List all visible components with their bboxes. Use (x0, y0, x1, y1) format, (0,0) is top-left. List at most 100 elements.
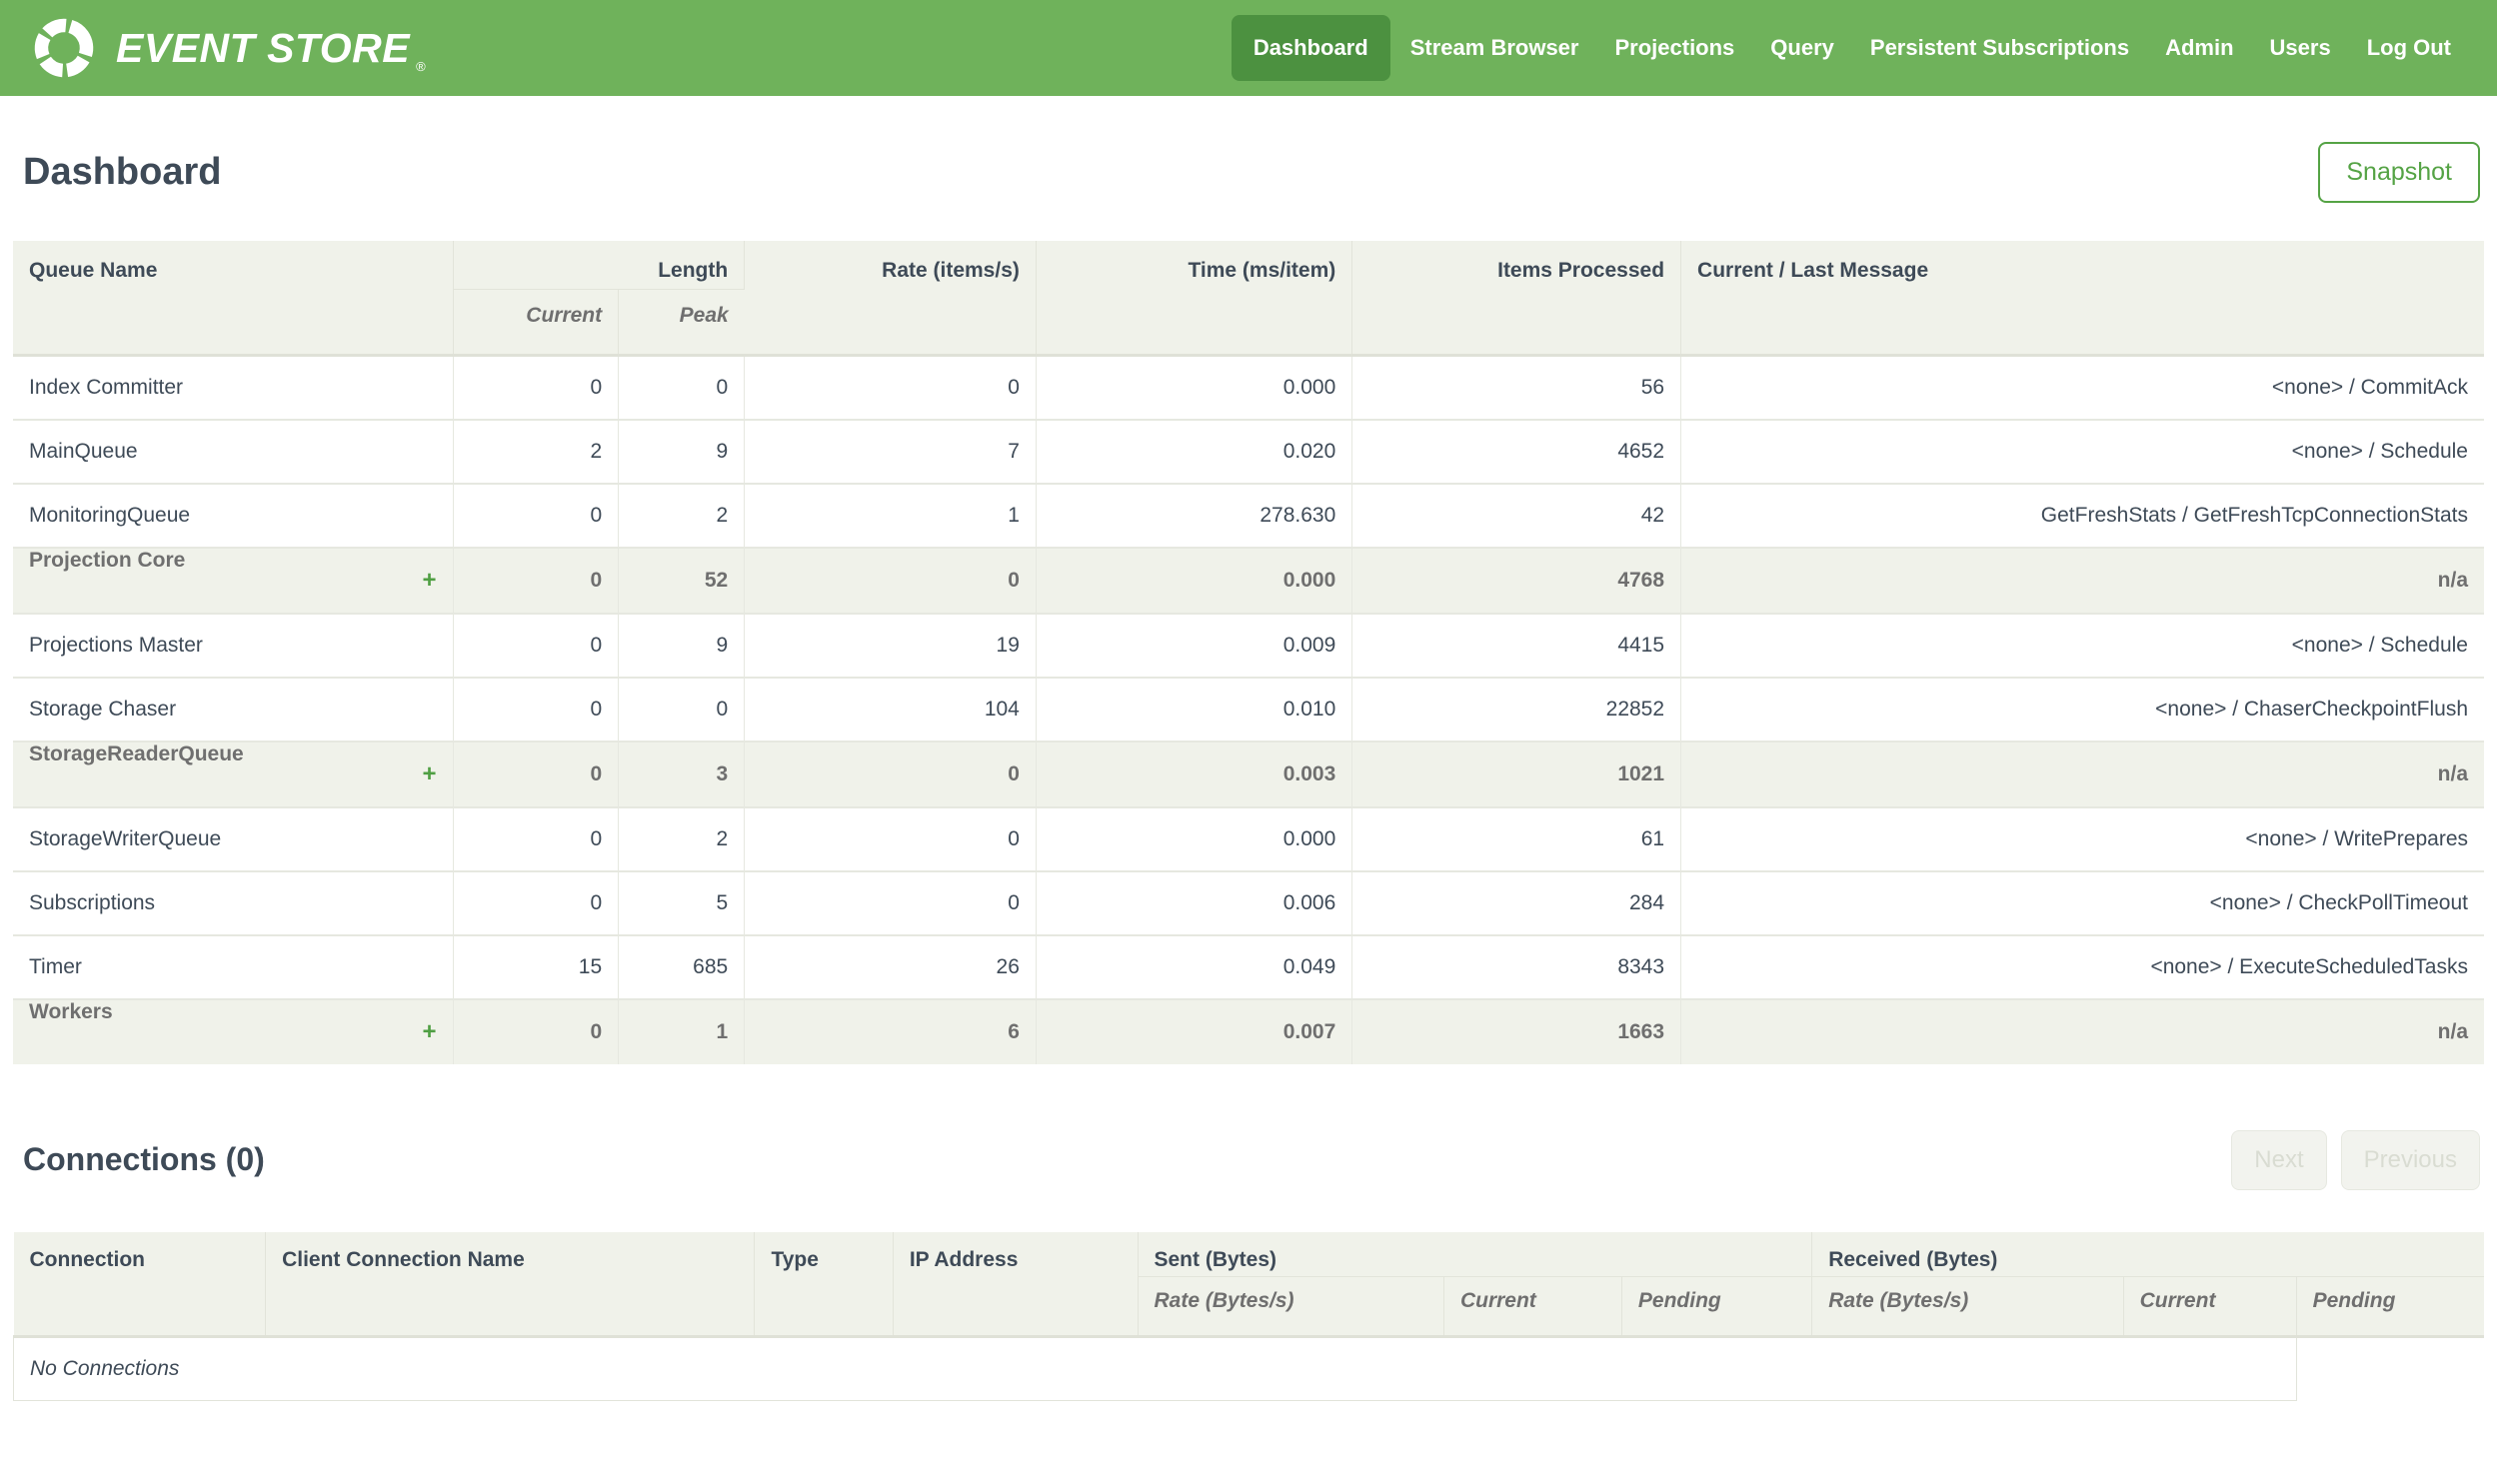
expand-icon[interactable]: + (423, 742, 437, 806)
col-length-peak: Peak (618, 289, 745, 356)
nav-item-link[interactable]: Dashboard (1231, 15, 1390, 81)
queue-items-processed-cell: 1663 (1351, 997, 1682, 1064)
queue-name-cell: Index Committer (13, 355, 454, 420)
queue-time-cell: 0.010 (1036, 676, 1353, 742)
col-length: Length (453, 241, 746, 290)
expand-icon[interactable]: + (423, 549, 437, 613)
nav-item-link[interactable]: Stream Browser (1394, 15, 1595, 81)
queue-row: StorageWriterQueue 0 2 0 0.000 61 <none>… (13, 805, 2484, 871)
queue-name-cell: StorageWriterQueue (13, 805, 454, 871)
queue-length-current-cell: 0 (453, 676, 620, 742)
page-header: Dashboard Snapshot (13, 142, 2484, 203)
col-rate: Rate (items/s) (744, 241, 1037, 356)
queue-items-processed-cell: 61 (1351, 805, 1682, 871)
col-connection: Connection (13, 1231, 267, 1336)
nav-item-link[interactable]: Admin (2149, 15, 2249, 81)
queue-message-cell: GetFreshStats / GetFreshTcpConnectionSta… (1680, 482, 2484, 548)
queue-length-current-cell: 0 (453, 355, 620, 420)
col-items-processed: Items Processed (1351, 241, 1682, 356)
queue-name-cell: Timer (13, 933, 454, 999)
queue-row: Timer 15 685 26 0.049 8343 <none> / Exec… (13, 933, 2484, 999)
queue-name-cell: Storage Chaser (13, 676, 454, 742)
queue-row: Workers + 0 1 6 0.007 1663 n/a (13, 997, 2484, 1064)
queue-name-cell: Projections Master (13, 612, 454, 678)
queue-rate-cell: 1 (744, 482, 1037, 548)
col-queue-name: Queue Name (13, 241, 454, 356)
nav-item-link[interactable]: Persistent Subscriptions (1854, 15, 2145, 81)
queue-length-peak-cell: 2 (618, 805, 746, 871)
queue-message-cell: n/a (1680, 997, 2484, 1064)
queue-time-cell: 278.630 (1036, 482, 1353, 548)
queues-table: Queue Name Length Rate (items/s) Time (m… (13, 241, 2484, 1064)
col-sent-current: Current (1443, 1275, 1622, 1336)
col-received-rate: Rate (Bytes/s) (1811, 1275, 2124, 1336)
queue-time-cell: 0.049 (1036, 933, 1353, 999)
no-connections-row: No Connections (13, 1336, 2485, 1401)
queue-items-processed-cell: 4415 (1351, 612, 1682, 678)
queue-items-processed-cell: 1021 (1351, 740, 1682, 807)
queue-length-peak-cell: 9 (618, 418, 746, 484)
queue-length-current-cell: 2 (453, 418, 620, 484)
queues-table-body: Index Committer 0 0 0 0.000 56 <none> / … (13, 355, 2484, 1064)
col-received-pending: Pending (2296, 1275, 2484, 1336)
queue-name: StorageWriterQueue (29, 826, 222, 850)
queue-time-cell: 0.020 (1036, 418, 1353, 484)
previous-button[interactable]: Previous (2340, 1129, 2480, 1190)
queue-rate-cell: 7 (744, 418, 1037, 484)
queue-name-cell: Workers + (13, 997, 454, 1064)
nav-item-link[interactable]: Log Out (2351, 15, 2467, 81)
queue-name-cell: StorageReaderQueue + (13, 740, 454, 807)
queue-length-current-cell: 0 (453, 869, 620, 935)
queue-row: Projections Master 0 9 19 0.009 4415 <no… (13, 612, 2484, 678)
queue-name: Projection Core (29, 548, 186, 572)
queue-items-processed-cell: 4652 (1351, 418, 1682, 484)
queue-length-current-cell: 0 (453, 612, 620, 678)
col-time: Time (ms/item) (1036, 241, 1353, 356)
queue-message-cell: <none> / Schedule (1680, 612, 2484, 678)
queue-length-current-cell: 0 (453, 482, 620, 548)
nav-item: Dashboard (1231, 15, 1390, 81)
queue-time-cell: 0.000 (1036, 805, 1353, 871)
nav-item-link[interactable]: Users (2254, 15, 2347, 81)
queue-row: Storage Chaser 0 0 104 0.010 22852 <none… (13, 676, 2484, 742)
queue-message-cell: <none> / ExecuteScheduledTasks (1680, 933, 2484, 999)
expand-icon[interactable]: + (423, 1000, 437, 1064)
empty-cell (2296, 1336, 2484, 1400)
nav-item: Projections (1598, 15, 1750, 81)
nav-item: Stream Browser (1394, 15, 1595, 81)
queue-rate-cell: 104 (744, 676, 1037, 742)
queue-row: StorageReaderQueue + 0 3 0 0.003 1021 n/a (13, 740, 2484, 807)
queue-rate-cell: 0 (744, 805, 1037, 871)
queue-name: Timer (29, 954, 82, 978)
queue-row: Projection Core + 0 52 0 0.000 4768 n/a (13, 546, 2484, 614)
next-button[interactable]: Next (2231, 1129, 2327, 1190)
queue-name: Workers (29, 999, 113, 1023)
queue-length-current-cell: 0 (453, 805, 620, 871)
queue-items-processed-cell: 56 (1351, 355, 1682, 420)
queue-rate-cell: 0 (744, 869, 1037, 935)
col-received-bytes: Received (Bytes) (1811, 1231, 2484, 1276)
snapshot-button[interactable]: Snapshot (2318, 142, 2480, 203)
nav-item-link[interactable]: Query (1754, 15, 1850, 81)
queue-name: StorageReaderQueue (29, 742, 244, 765)
queue-message-cell: <none> / ChaserCheckpointFlush (1680, 676, 2484, 742)
top-navigation: EVENT STORE ® Dashboard Stream Browser Pro… (0, 0, 2497, 96)
nav-item: Persistent Subscriptions (1854, 15, 2145, 81)
nav-item-link[interactable]: Projections (1598, 15, 1750, 81)
col-ip-address: IP Address (893, 1231, 1139, 1336)
main-content: Dashboard Snapshot Queue Name Length Rat… (0, 142, 2497, 1401)
queue-length-peak-cell: 52 (618, 546, 746, 614)
event-store-logo-icon (28, 12, 100, 84)
queue-length-current-cell: 0 (453, 740, 620, 807)
queue-message-cell: n/a (1680, 740, 2484, 807)
queue-length-current-cell: 15 (453, 933, 620, 999)
queue-length-peak-cell: 685 (618, 933, 746, 999)
col-client-name: Client Connection Name (265, 1231, 756, 1336)
queue-row: Subscriptions 0 5 0 0.006 284 <none> / C… (13, 869, 2484, 935)
col-sent-pending: Pending (1621, 1275, 1813, 1336)
nav-menu: Dashboard Stream Browser Projections Query P… (1230, 15, 2469, 81)
queue-length-peak-cell: 9 (618, 612, 746, 678)
connections-header: Connections (0) Next Previous (13, 1129, 2484, 1190)
queue-rate-cell: 0 (744, 546, 1037, 614)
queue-name: MonitoringQueue (29, 503, 191, 527)
